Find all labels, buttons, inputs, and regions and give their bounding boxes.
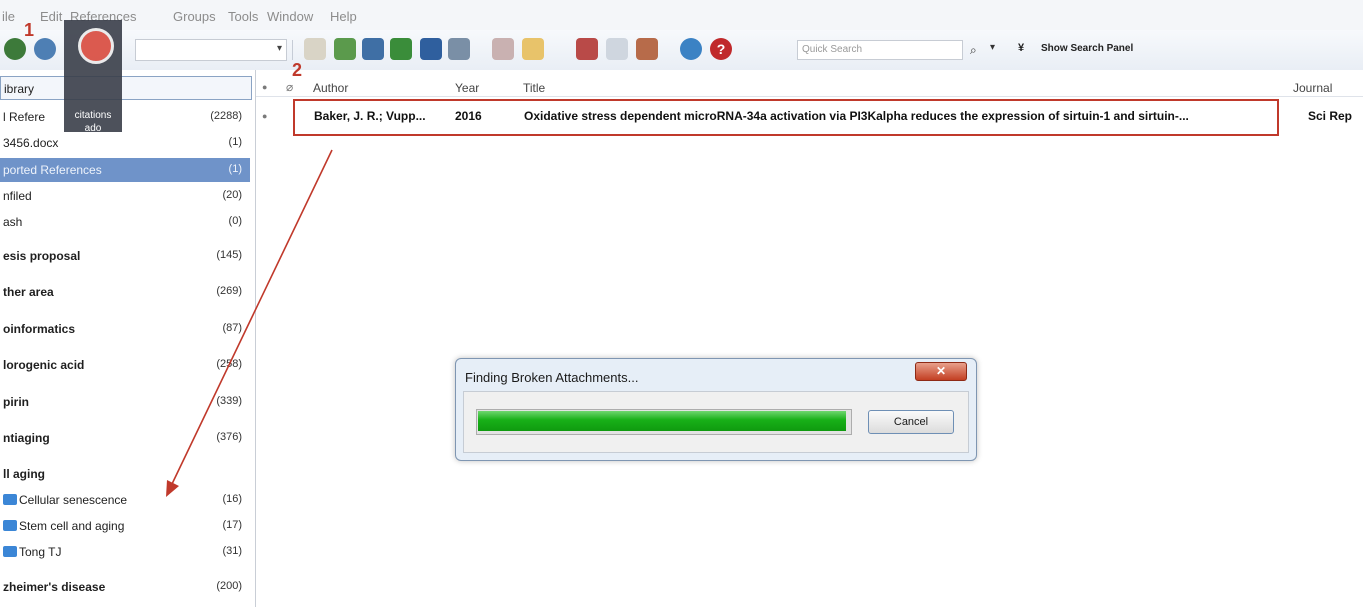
annotation-arrow xyxy=(166,149,333,497)
